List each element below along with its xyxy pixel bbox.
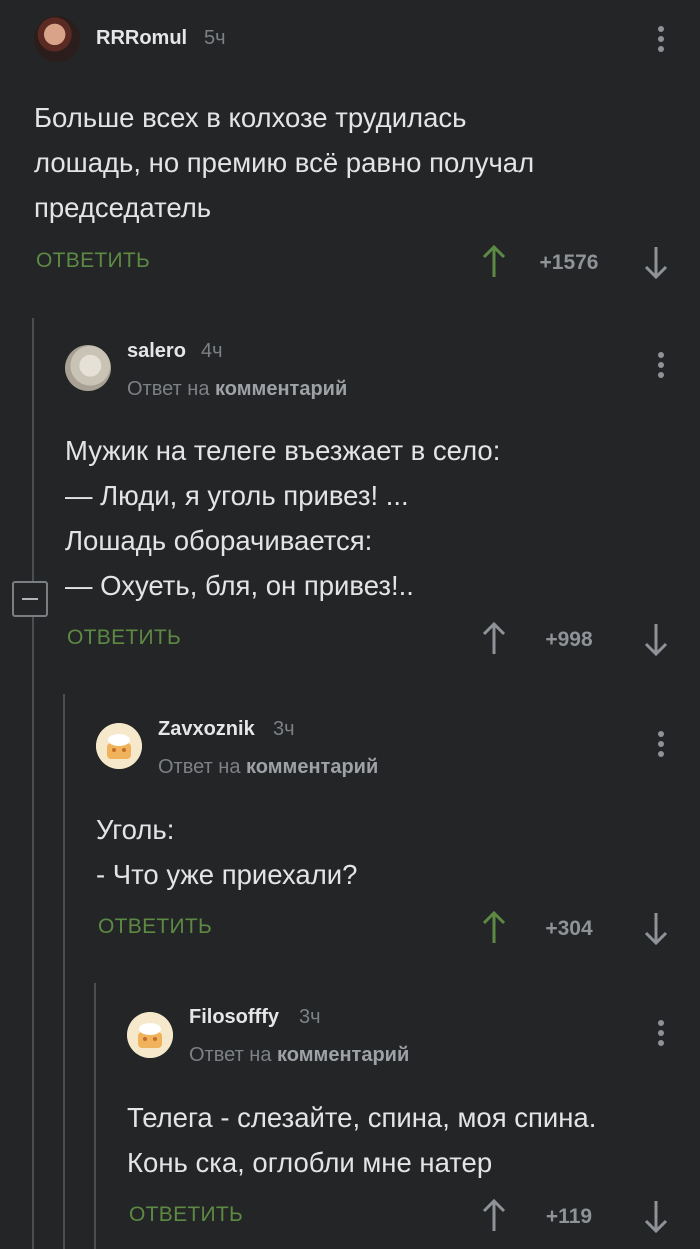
arrow-down-icon[interactable] (642, 244, 670, 280)
vote-controls: +119 (480, 1198, 670, 1238)
comment-text: Мужик на телеге въезжает в село: — Люди,… (65, 435, 501, 601)
more-vertical-icon[interactable] (656, 352, 666, 382)
arrow-down-icon[interactable] (642, 1198, 670, 1234)
reply-to-info: Ответ на комментарий (158, 756, 378, 779)
arrow-up-icon[interactable] (480, 910, 508, 946)
reply-to-link[interactable]: комментарий (277, 1044, 409, 1066)
vote-controls: +304 (480, 910, 670, 950)
reply-to-info: Ответ на комментарий (127, 378, 347, 401)
thread-line-level-3 (94, 983, 96, 1249)
avatar[interactable] (96, 723, 142, 769)
avatar-image (96, 723, 142, 769)
reply-button[interactable]: ОТВЕТИТЬ (67, 626, 181, 650)
reply-to-info: Ответ на комментарий (189, 1044, 409, 1067)
arrow-up-icon[interactable] (480, 1198, 508, 1234)
reply-to-link[interactable]: комментарий (246, 756, 378, 778)
thread-line-level-1 (32, 318, 34, 1249)
reply-to-prefix: Ответ на (127, 378, 216, 400)
avatar[interactable] (34, 16, 80, 62)
score: +304 (545, 917, 593, 940)
comment-time: 3ч (299, 1006, 321, 1028)
username[interactable]: RRRomul (96, 27, 187, 50)
comment-text: Больше всех в колхозе трудилась лошадь, … (34, 102, 535, 223)
vote-controls: +998 (480, 621, 670, 661)
collapse-thread-button[interactable] (12, 581, 48, 617)
avatar[interactable] (65, 345, 111, 391)
arrow-up-icon[interactable] (480, 244, 508, 280)
comment-time: 4ч (201, 340, 223, 362)
more-vertical-icon[interactable] (656, 1020, 666, 1050)
avatar-image (127, 1012, 173, 1058)
comment-time: 3ч (273, 718, 295, 740)
username[interactable]: Zavxoznik (158, 718, 255, 741)
comment-text: Телега - слезайте, спина, моя спина. Кон… (127, 1102, 597, 1178)
reply-button[interactable]: ОТВЕТИТЬ (98, 915, 212, 939)
arrow-down-icon[interactable] (642, 621, 670, 657)
comment-time: 5ч (204, 27, 226, 49)
username[interactable]: Filosofffy (189, 1006, 279, 1029)
thread-line-level-2 (63, 694, 65, 1249)
arrow-up-icon[interactable] (480, 621, 508, 657)
score: +1576 (539, 251, 599, 274)
reply-button[interactable]: ОТВЕТИТЬ (129, 1203, 243, 1227)
reply-to-prefix: Ответ на (189, 1044, 278, 1066)
more-vertical-icon[interactable] (656, 731, 666, 761)
comment-text: Уголь: - Что уже приехали? (96, 814, 358, 890)
more-vertical-icon[interactable] (656, 26, 666, 56)
reply-to-link[interactable]: комментарий (215, 378, 347, 400)
score: +119 (545, 1205, 593, 1228)
reply-to-prefix: Ответ на (158, 756, 247, 778)
arrow-down-icon[interactable] (642, 910, 670, 946)
avatar[interactable] (127, 1012, 173, 1058)
username[interactable]: salero (127, 340, 186, 363)
reply-button[interactable]: ОТВЕТИТЬ (36, 249, 150, 273)
vote-controls: +1576 (480, 244, 670, 284)
score: +998 (545, 628, 593, 651)
